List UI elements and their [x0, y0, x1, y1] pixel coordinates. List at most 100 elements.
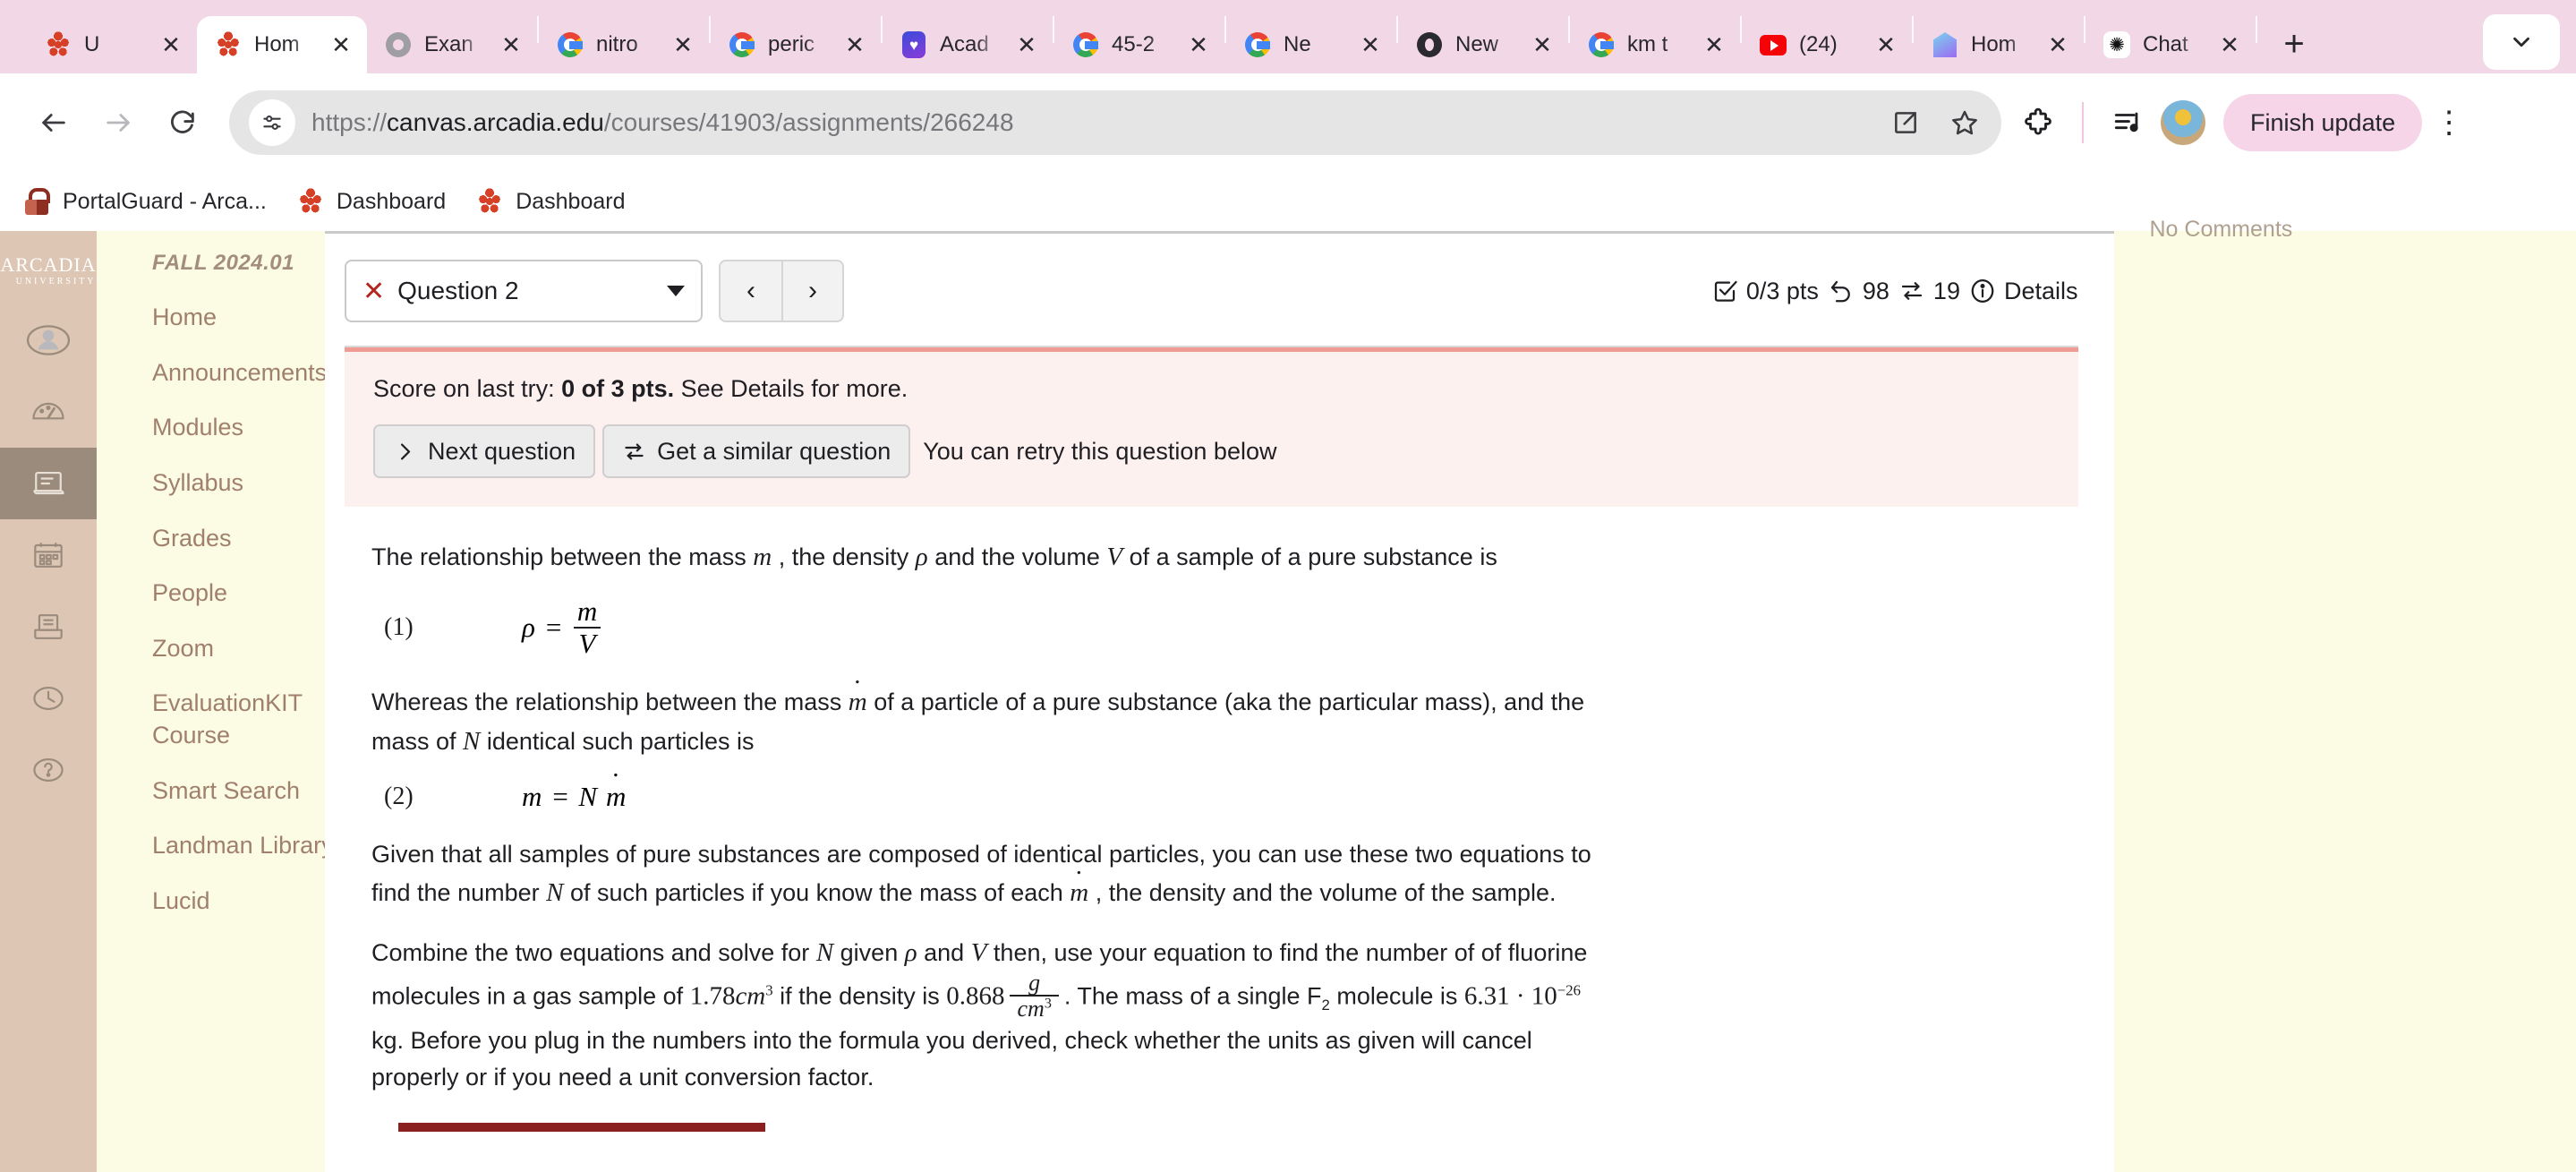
browser-tab[interactable]: 45-2 ✕: [1054, 16, 1224, 73]
share-button[interactable]: [1878, 95, 1933, 150]
bookmark-item[interactable]: Dashboard: [297, 188, 446, 215]
prev-question-button[interactable]: ‹: [719, 260, 781, 322]
profile-avatar[interactable]: [2161, 100, 2205, 145]
tab-strip: U ✕ Hom ✕ Exan ✕ nitro ✕ peric ✕ Ac: [0, 0, 2576, 73]
extensions-button[interactable]: [2010, 95, 2066, 150]
reload-button[interactable]: [150, 90, 215, 155]
sidebar-item-people[interactable]: People: [97, 566, 325, 621]
tab-title: Ne: [1284, 32, 1311, 56]
media-list-button[interactable]: [2100, 95, 2155, 150]
close-icon[interactable]: ✕: [1185, 31, 1212, 58]
eq1-fraction: m V: [572, 595, 602, 659]
site-settings-icon[interactable]: [249, 99, 295, 146]
density-den-exponent: 3: [1044, 996, 1052, 1012]
rail-item-account[interactable]: [0, 304, 97, 376]
browser-tab[interactable]: Exan ✕: [367, 16, 537, 73]
p3-text-c: , the density and the volume of the samp…: [1088, 879, 1557, 907]
forward-button[interactable]: [86, 90, 150, 155]
rail-item-inbox[interactable]: [0, 591, 97, 663]
close-icon[interactable]: ✕: [1701, 31, 1727, 58]
eq1-numerator: m: [576, 595, 598, 628]
question-selector[interactable]: ✕ Question 2: [345, 260, 703, 322]
mass-exponent: −26: [1557, 981, 1581, 999]
next-question-label: Next question: [428, 437, 576, 465]
eq1-denominator: V: [573, 627, 601, 659]
next-question-button[interactable]: ›: [781, 260, 844, 322]
sidebar-item-home[interactable]: Home: [97, 290, 325, 346]
answer-input-indicator[interactable]: [398, 1123, 765, 1133]
tab-search-button[interactable]: [2483, 14, 2560, 70]
tab-title: Exan: [424, 32, 473, 56]
rail-item-calendar[interactable]: [0, 519, 97, 591]
math-m-dot: m: [1070, 873, 1088, 912]
rail-item-history[interactable]: [0, 663, 97, 734]
rail-item-dashboard[interactable]: [0, 376, 97, 448]
finish-update-button[interactable]: Finish update: [2223, 94, 2423, 151]
rail-item-courses[interactable]: [0, 448, 97, 519]
p1-text-a: The relationship between the mass: [371, 543, 754, 570]
rail-item-help[interactable]: [0, 734, 97, 806]
close-icon[interactable]: ✕: [670, 31, 696, 58]
browser-tab[interactable]: U ✕: [27, 16, 197, 73]
details-link[interactable]: Details: [1969, 278, 2078, 305]
url-text: https://canvas.arcadia.edu/courses/41903…: [311, 108, 1014, 136]
chatgpt-icon: ✺: [2103, 31, 2130, 58]
close-icon[interactable]: ✕: [1529, 31, 1556, 58]
p2-text-c: identical such particles is: [480, 728, 755, 756]
canvas-icon: [297, 188, 324, 215]
close-icon[interactable]: ✕: [2216, 31, 2243, 58]
tab-title: Hom: [1971, 32, 2017, 56]
browser-tab[interactable]: nitro ✕: [539, 16, 709, 73]
close-icon[interactable]: ✕: [2044, 31, 2071, 58]
browser-tab[interactable]: km t ✕: [1570, 16, 1740, 73]
tab-title: Chat: [2143, 32, 2188, 56]
arcadia-logo[interactable]: ARCADIA UNIVERSITY: [0, 235, 97, 304]
close-icon[interactable]: ✕: [328, 31, 354, 58]
browser-tab[interactable]: ✺ Chat ✕: [2086, 16, 2256, 73]
opera-icon: [1416, 31, 1443, 58]
close-icon[interactable]: ✕: [841, 31, 868, 58]
browser-tab[interactable]: New ✕: [1398, 16, 1568, 73]
alert-actions: Next question Get a similar question You…: [373, 424, 2078, 478]
sidebar-item-lucid[interactable]: Lucid: [97, 874, 325, 929]
sidebar-item-syllabus[interactable]: Syllabus: [97, 456, 325, 511]
canvas-icon: [476, 188, 503, 215]
browser-tab[interactable]: Acad ✕: [883, 16, 1053, 73]
sidebar-item-zoom[interactable]: Zoom: [97, 621, 325, 677]
retry-note: You can retry this question below: [923, 437, 1277, 465]
sidebar-item-smart-search[interactable]: Smart Search: [97, 764, 325, 819]
bookmark-button[interactable]: [1937, 95, 1992, 150]
browser-tab[interactable]: Ne ✕: [1226, 16, 1396, 73]
density-denominator: cm3: [1010, 994, 1059, 1021]
close-icon[interactable]: ✕: [498, 31, 525, 58]
browser-tab[interactable]: Hom ✕: [1914, 16, 2084, 73]
bookmark-item[interactable]: Dashboard: [476, 188, 626, 215]
sidebar-item-grades[interactable]: Grades: [97, 511, 325, 567]
academia-heart-icon: [900, 31, 927, 58]
new-tab-button[interactable]: +: [2268, 18, 2320, 70]
sidebar-item-modules[interactable]: Modules: [97, 400, 325, 456]
sidebar-item-landman-library[interactable]: Landman Library: [97, 818, 334, 874]
sidebar-item-evaluationkit-course[interactable]: EvaluationKIT Course: [97, 676, 325, 763]
get-similar-question-button[interactable]: Get a similar question: [602, 424, 911, 478]
browser-tab[interactable]: (24) ✕: [1742, 16, 1912, 73]
bookmark-item[interactable]: PortalGuard - Arca...: [23, 188, 267, 215]
next-question-button[interactable]: Next question: [373, 424, 596, 478]
sidebar-item-announcements[interactable]: Announcements: [97, 346, 327, 401]
close-icon[interactable]: ✕: [1357, 31, 1384, 58]
grey-globe-icon: [385, 31, 412, 58]
clock-icon: [33, 686, 64, 711]
address-bar[interactable]: https://canvas.arcadia.edu/courses/41903…: [229, 90, 2001, 155]
eq2-m-dot: m: [606, 781, 626, 813]
math-m: m: [753, 543, 772, 571]
p1-text-c: and the volume: [927, 543, 1107, 570]
browser-tab-active[interactable]: Hom ✕: [197, 16, 367, 73]
close-icon[interactable]: ✕: [1013, 31, 1040, 58]
browser-tab[interactable]: peric ✕: [711, 16, 881, 73]
inbox-icon: [34, 614, 63, 639]
close-icon[interactable]: ✕: [158, 31, 184, 58]
close-icon[interactable]: ✕: [1872, 31, 1899, 58]
chevron-down-icon: [667, 286, 685, 296]
browser-menu-button[interactable]: ⋮: [2427, 95, 2470, 150]
back-button[interactable]: [21, 90, 86, 155]
